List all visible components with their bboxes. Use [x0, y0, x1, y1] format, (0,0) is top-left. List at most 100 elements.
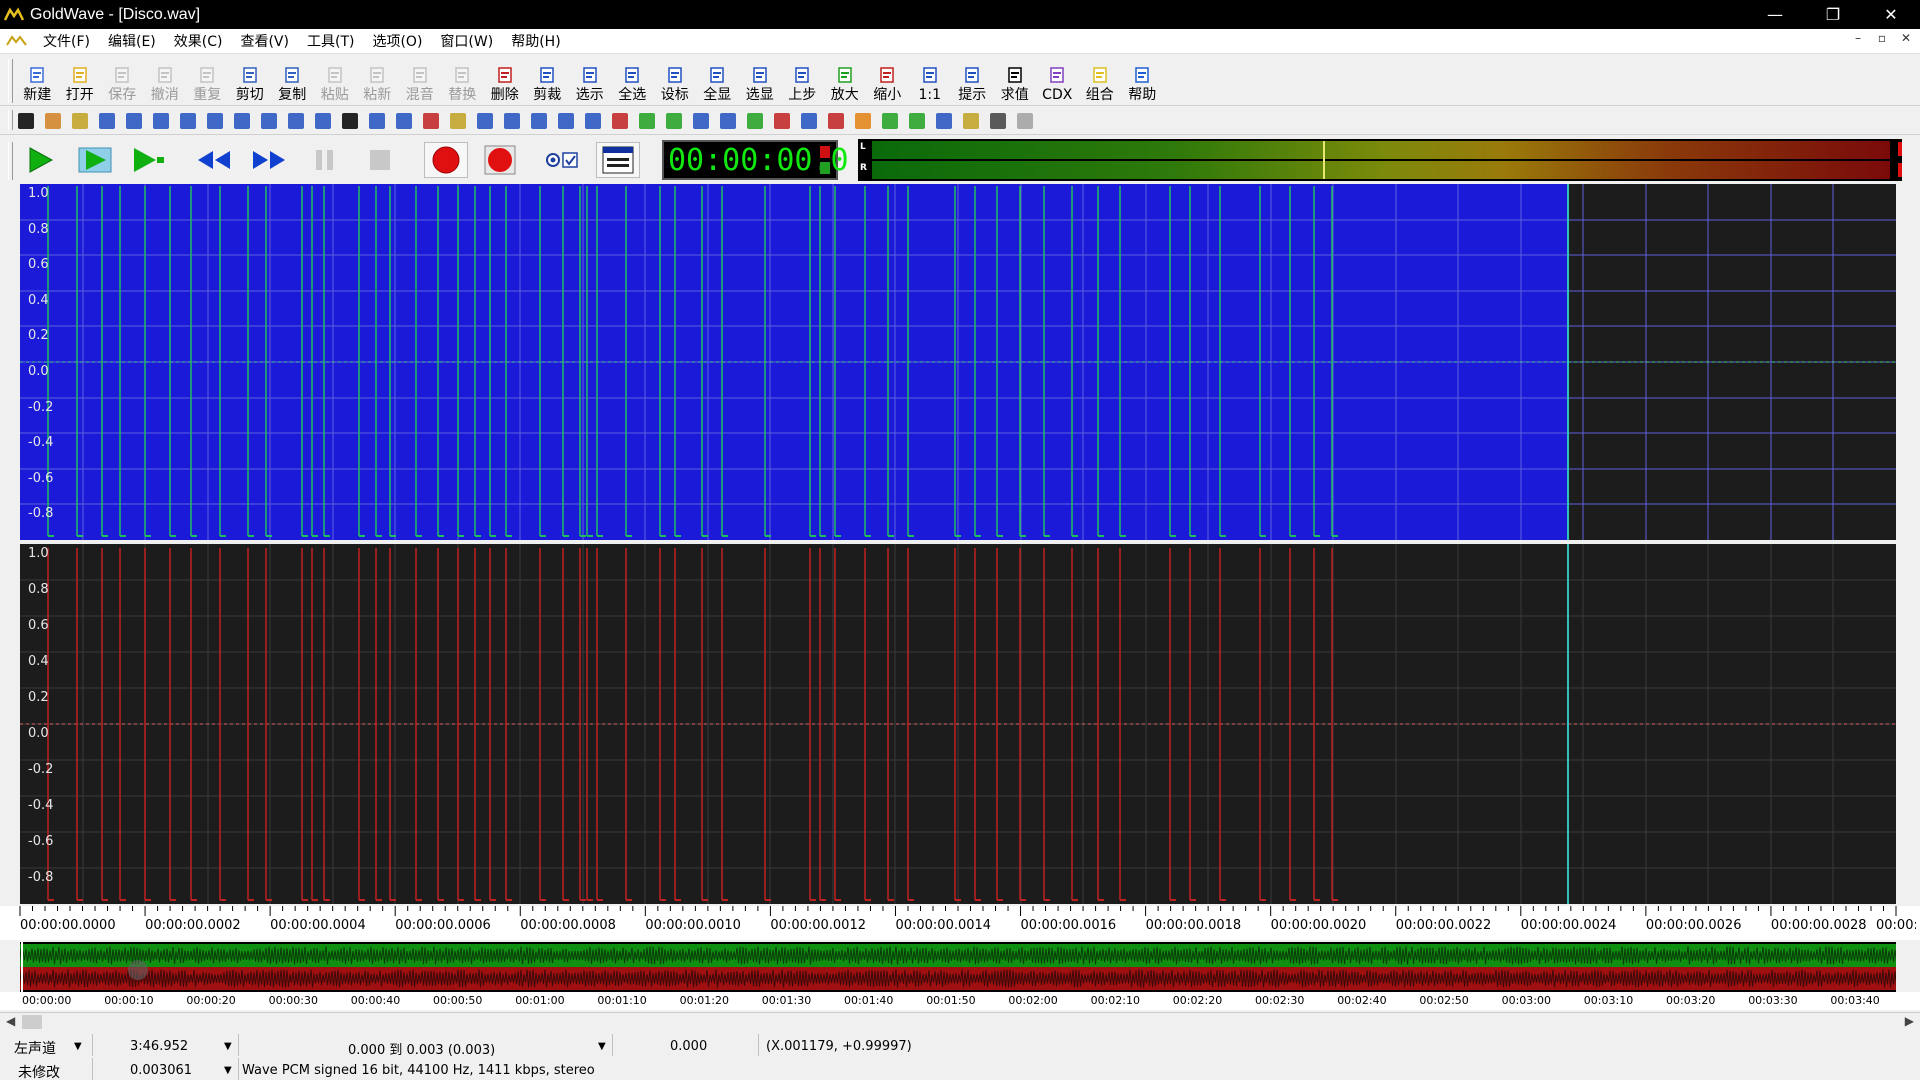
toolbar-button[interactable]: 替换 — [441, 57, 484, 103]
effect-button[interactable] — [933, 110, 955, 132]
toolbar-button[interactable]: 重复 — [186, 57, 229, 103]
toolbar-button[interactable]: 删除 — [484, 57, 527, 103]
toolbar-button[interactable]: 帮助 — [1121, 57, 1164, 103]
effect-button[interactable] — [879, 110, 901, 132]
effect-button[interactable] — [393, 110, 415, 132]
effect-button[interactable] — [69, 110, 91, 132]
scroll-thumb[interactable] — [22, 1015, 42, 1029]
toolbar-button[interactable]: 剪切 — [229, 57, 272, 103]
menu-window[interactable]: 窗口(W) — [431, 31, 502, 51]
effect-button[interactable] — [744, 110, 766, 132]
effect-button[interactable] — [204, 110, 226, 132]
toolbar-grip[interactable] — [8, 110, 13, 130]
toolbar-button[interactable]: 选显 — [739, 57, 782, 103]
menu-tools[interactable]: 工具(T) — [298, 31, 363, 51]
stop-button[interactable] — [360, 142, 400, 178]
effect-button[interactable] — [231, 110, 253, 132]
record-button[interactable] — [424, 142, 468, 178]
effect-button[interactable] — [960, 110, 982, 132]
toolbar-button[interactable]: 撤消 — [144, 57, 187, 103]
effect-button[interactable] — [366, 110, 388, 132]
time-ruler[interactable]: 00:00:00.0000 00:00:00.0002 00:00:00.0004 0… — [0, 906, 1920, 940]
toolbar-button[interactable]: 放大 — [824, 57, 867, 103]
mdi-minimize-button[interactable]: – — [1848, 31, 1868, 45]
channel-status[interactable]: 左声道 — [14, 1038, 56, 1058]
menu-effects[interactable]: 效果(C) — [165, 31, 232, 51]
effect-button[interactable] — [798, 110, 820, 132]
effect-button[interactable] — [420, 110, 442, 132]
effect-button[interactable] — [825, 110, 847, 132]
effect-button[interactable] — [501, 110, 523, 132]
toolbar-button[interactable]: 选示 — [569, 57, 612, 103]
toolbar-button[interactable]: 缩小 — [866, 57, 909, 103]
menu-edit[interactable]: 编辑(E) — [99, 31, 165, 51]
effect-button[interactable] — [447, 110, 469, 132]
play-from-cursor-button[interactable] — [130, 142, 170, 178]
toolbar-button[interactable]: 粘贴 — [314, 57, 357, 103]
horizontal-scrollbar[interactable]: ◀ ▶ — [0, 1012, 1920, 1031]
effect-button[interactable] — [582, 110, 604, 132]
effect-button[interactable] — [96, 110, 118, 132]
effect-button[interactable] — [177, 110, 199, 132]
waveform-area[interactable]: 1.0 0.8 0.6 0.4 0.2 0.0 -0.2 -0.4 -0.6 -0.8 1.0 0.… — [0, 184, 1920, 904]
toolbar-button[interactable]: 设标 — [654, 57, 697, 103]
effect-button[interactable] — [636, 110, 658, 132]
effect-button[interactable] — [339, 110, 361, 132]
effect-button[interactable] — [42, 110, 64, 132]
effect-button[interactable] — [474, 110, 496, 132]
toolbar-button[interactable]: 组合 — [1079, 57, 1122, 103]
record-selection-button[interactable] — [478, 142, 522, 178]
effect-button[interactable] — [987, 110, 1009, 132]
selection-dropdown-icon[interactable]: ▼ — [598, 1041, 606, 1052]
menu-view[interactable]: 查看(V) — [231, 31, 298, 51]
effect-button[interactable] — [150, 110, 172, 132]
effect-button[interactable] — [717, 110, 739, 132]
scroll-right-icon[interactable]: ▶ — [1905, 1014, 1914, 1028]
toolbar-button[interactable]: 全显 — [696, 57, 739, 103]
menu-help[interactable]: 帮助(H) — [502, 31, 569, 51]
effect-button[interactable] — [663, 110, 685, 132]
close-button[interactable]: ✕ — [1862, 0, 1920, 29]
effect-button[interactable] — [906, 110, 928, 132]
toolbar-button[interactable]: 混音 — [399, 57, 442, 103]
toolbar-button[interactable]: 复制 — [271, 57, 314, 103]
toolbar-button[interactable]: 1:1 — [909, 57, 952, 103]
effect-button[interactable] — [852, 110, 874, 132]
effect-button[interactable] — [690, 110, 712, 132]
overview-waveform[interactable] — [19, 942, 1897, 992]
duration-dropdown-icon[interactable]: ▼ — [224, 1041, 232, 1052]
effect-button[interactable] — [555, 110, 577, 132]
effect-button[interactable] — [1014, 110, 1036, 132]
scroll-left-icon[interactable]: ◀ — [6, 1014, 15, 1028]
play-button[interactable] — [20, 142, 60, 178]
effect-button[interactable] — [771, 110, 793, 132]
minimize-button[interactable]: — — [1746, 0, 1804, 29]
device-controls-button[interactable] — [538, 142, 584, 178]
mdi-restore-button[interactable]: ▫ — [1872, 31, 1892, 45]
right-channel[interactable]: 1.0 0.8 0.6 0.4 0.2 0.0 -0.2 -0.4 -0.6 -0.8 — [20, 544, 1896, 904]
rewind-button[interactable] — [194, 142, 234, 178]
menu-options[interactable]: 选项(O) — [363, 31, 431, 51]
toolbar-grip[interactable] — [8, 59, 13, 103]
toolbar-button[interactable]: 打开 — [59, 57, 102, 103]
mdi-close-button[interactable]: ✕ — [1896, 31, 1916, 45]
toolbar-button[interactable]: 上步 — [781, 57, 824, 103]
menu-file[interactable]: 文件(F) — [34, 31, 99, 51]
left-channel[interactable]: 1.0 0.8 0.6 0.4 0.2 0.0 -0.2 -0.4 -0.6 -0.8 — [20, 184, 1896, 540]
right-channel-waveform[interactable] — [20, 544, 1896, 904]
effect-button[interactable] — [258, 110, 280, 132]
toolbar-button[interactable]: CDX — [1036, 57, 1079, 103]
effect-button[interactable] — [312, 110, 334, 132]
channel-dropdown-icon[interactable]: ▼ — [74, 1041, 82, 1052]
effect-button[interactable] — [285, 110, 307, 132]
toolbar-button[interactable]: 保存 — [101, 57, 144, 103]
play-selection-button[interactable] — [75, 142, 115, 178]
restore-button[interactable]: ❐ — [1804, 0, 1862, 29]
effect-button[interactable] — [15, 110, 37, 132]
toolbar-button[interactable]: 全选 — [611, 57, 654, 103]
effect-button[interactable] — [609, 110, 631, 132]
toolbar-button[interactable]: 提示 — [951, 57, 994, 103]
fast-forward-button[interactable] — [249, 142, 289, 178]
toolbar-button[interactable]: 求值 — [994, 57, 1037, 103]
control-properties-button[interactable] — [596, 142, 640, 178]
